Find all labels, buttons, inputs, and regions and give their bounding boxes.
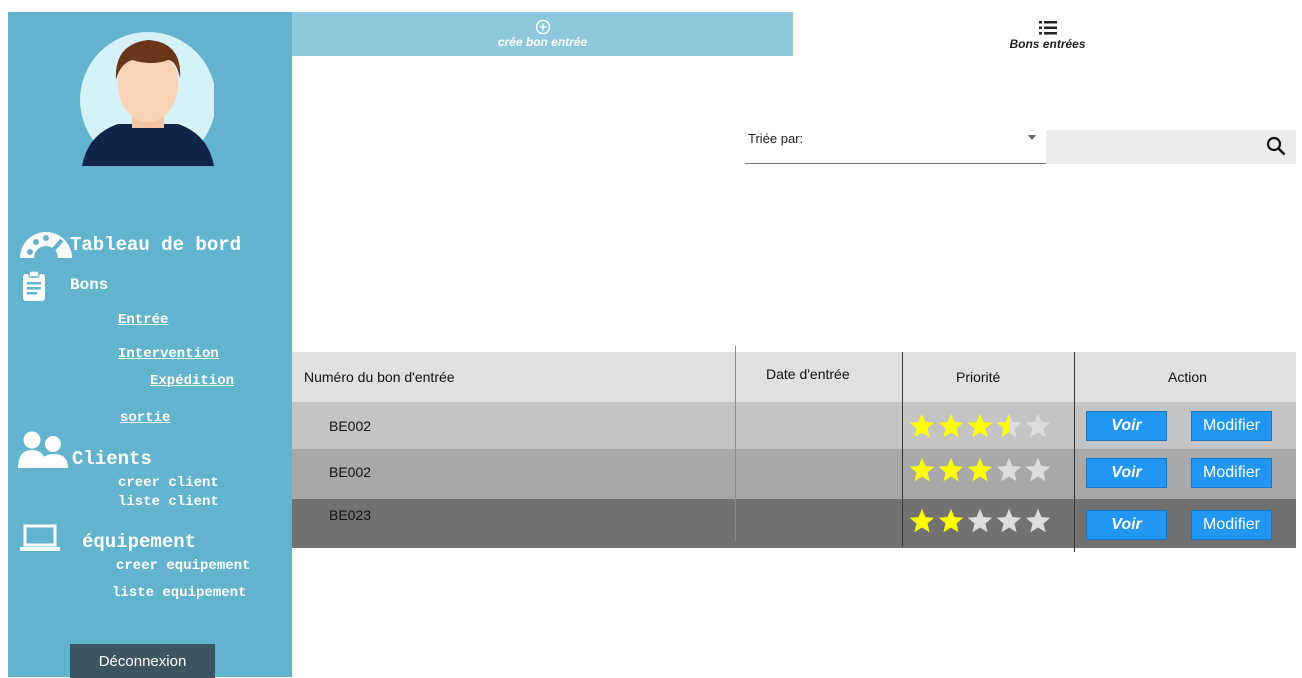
table-row: BE023 Voir Modifier: [292, 499, 1296, 548]
search-input[interactable]: [1046, 130, 1296, 164]
star-icon: [967, 508, 993, 533]
users-icon: [18, 431, 68, 468]
star-icon: [938, 413, 964, 438]
nav-bons-intervention[interactable]: Intervention: [118, 346, 219, 362]
star-icon: [1025, 457, 1051, 482]
nav-dashboard[interactable]: Tableau de bord: [70, 234, 241, 256]
star-icon: [909, 508, 935, 533]
clipboard-icon: [23, 270, 45, 301]
nav-clients-list[interactable]: liste client: [118, 494, 219, 510]
sort-label: Triée par:: [748, 131, 804, 146]
nav-equipement-list[interactable]: liste equipement: [112, 585, 246, 601]
dashboard-gauge-icon: [20, 232, 72, 260]
nav-bons-expedition[interactable]: Expédition: [150, 373, 234, 389]
star-icon: [938, 508, 964, 533]
table-row: BE002 Voir Modifier: [292, 402, 1296, 449]
star-icon: [1025, 413, 1051, 438]
plus-circle-icon: [535, 19, 550, 35]
sort-select[interactable]: Triée par:: [745, 124, 1046, 164]
tab-create-label: crée bon entrée: [497, 35, 588, 49]
modifier-button[interactable]: Modifier: [1191, 458, 1272, 488]
star-icon: [1025, 508, 1051, 533]
list-icon: [1038, 21, 1057, 35]
star-icon: [938, 457, 964, 482]
user-avatar: [80, 32, 214, 166]
nav-bons[interactable]: Bons: [70, 276, 108, 294]
voir-button[interactable]: Voir: [1086, 411, 1167, 441]
cell-numero: BE023: [329, 506, 372, 523]
nav-equipement-create[interactable]: creer equipement: [116, 558, 250, 574]
modifier-button[interactable]: Modifier: [1191, 411, 1272, 441]
star-icon: [967, 413, 993, 438]
nav-bons-entree[interactable]: Entrée: [118, 312, 168, 328]
modifier-button[interactable]: Modifier: [1191, 510, 1272, 540]
header-action: Action: [1168, 369, 1207, 385]
star-icon: [996, 457, 1022, 482]
table-header: Numéro du bon d'entrée Date d'entrée Pri…: [292, 352, 1296, 402]
priority-stars: [908, 456, 1052, 484]
sidebar: Tableau de bord Bons Entrée Intervention…: [8, 12, 292, 678]
tab-list-label: Bons entrées: [1009, 37, 1086, 51]
cell-numero: BE002: [329, 417, 372, 434]
star-icon: [909, 457, 935, 482]
star-icon: [996, 508, 1022, 533]
star-icon: [996, 413, 1022, 438]
column-divider: [902, 352, 903, 546]
header-date: Date d'entrée: [766, 366, 850, 382]
tab-bons-list[interactable]: Bons entrées: [793, 12, 1302, 56]
column-divider: [735, 346, 736, 542]
logout-button[interactable]: Déconnexion: [70, 644, 215, 678]
laptop-icon: [20, 524, 60, 551]
nav-bons-sortie[interactable]: sortie: [120, 410, 170, 426]
header-numero: Numéro du bon d'entrée: [304, 369, 455, 385]
table-row: BE002 Voir Modifier: [292, 449, 1296, 499]
bons-table: Numéro du bon d'entrée Date d'entrée Pri…: [292, 346, 1296, 552]
star-icon: [967, 457, 993, 482]
column-divider: [1074, 352, 1075, 552]
chevron-down-icon: [1028, 135, 1036, 140]
priority-stars: [908, 507, 1052, 535]
header-priorite: Priorité: [956, 369, 1001, 385]
priority-stars: [908, 412, 1052, 440]
nav-clients[interactable]: Clients: [72, 448, 152, 470]
star-icon: [909, 413, 935, 438]
tab-create-bon[interactable]: crée bon entrée: [292, 12, 793, 56]
voir-button[interactable]: Voir: [1086, 510, 1167, 540]
nav-clients-create[interactable]: creer client: [118, 475, 219, 491]
nav-equipement[interactable]: équipement: [82, 531, 196, 553]
voir-button[interactable]: Voir: [1086, 458, 1167, 488]
search-icon[interactable]: [1266, 136, 1286, 156]
